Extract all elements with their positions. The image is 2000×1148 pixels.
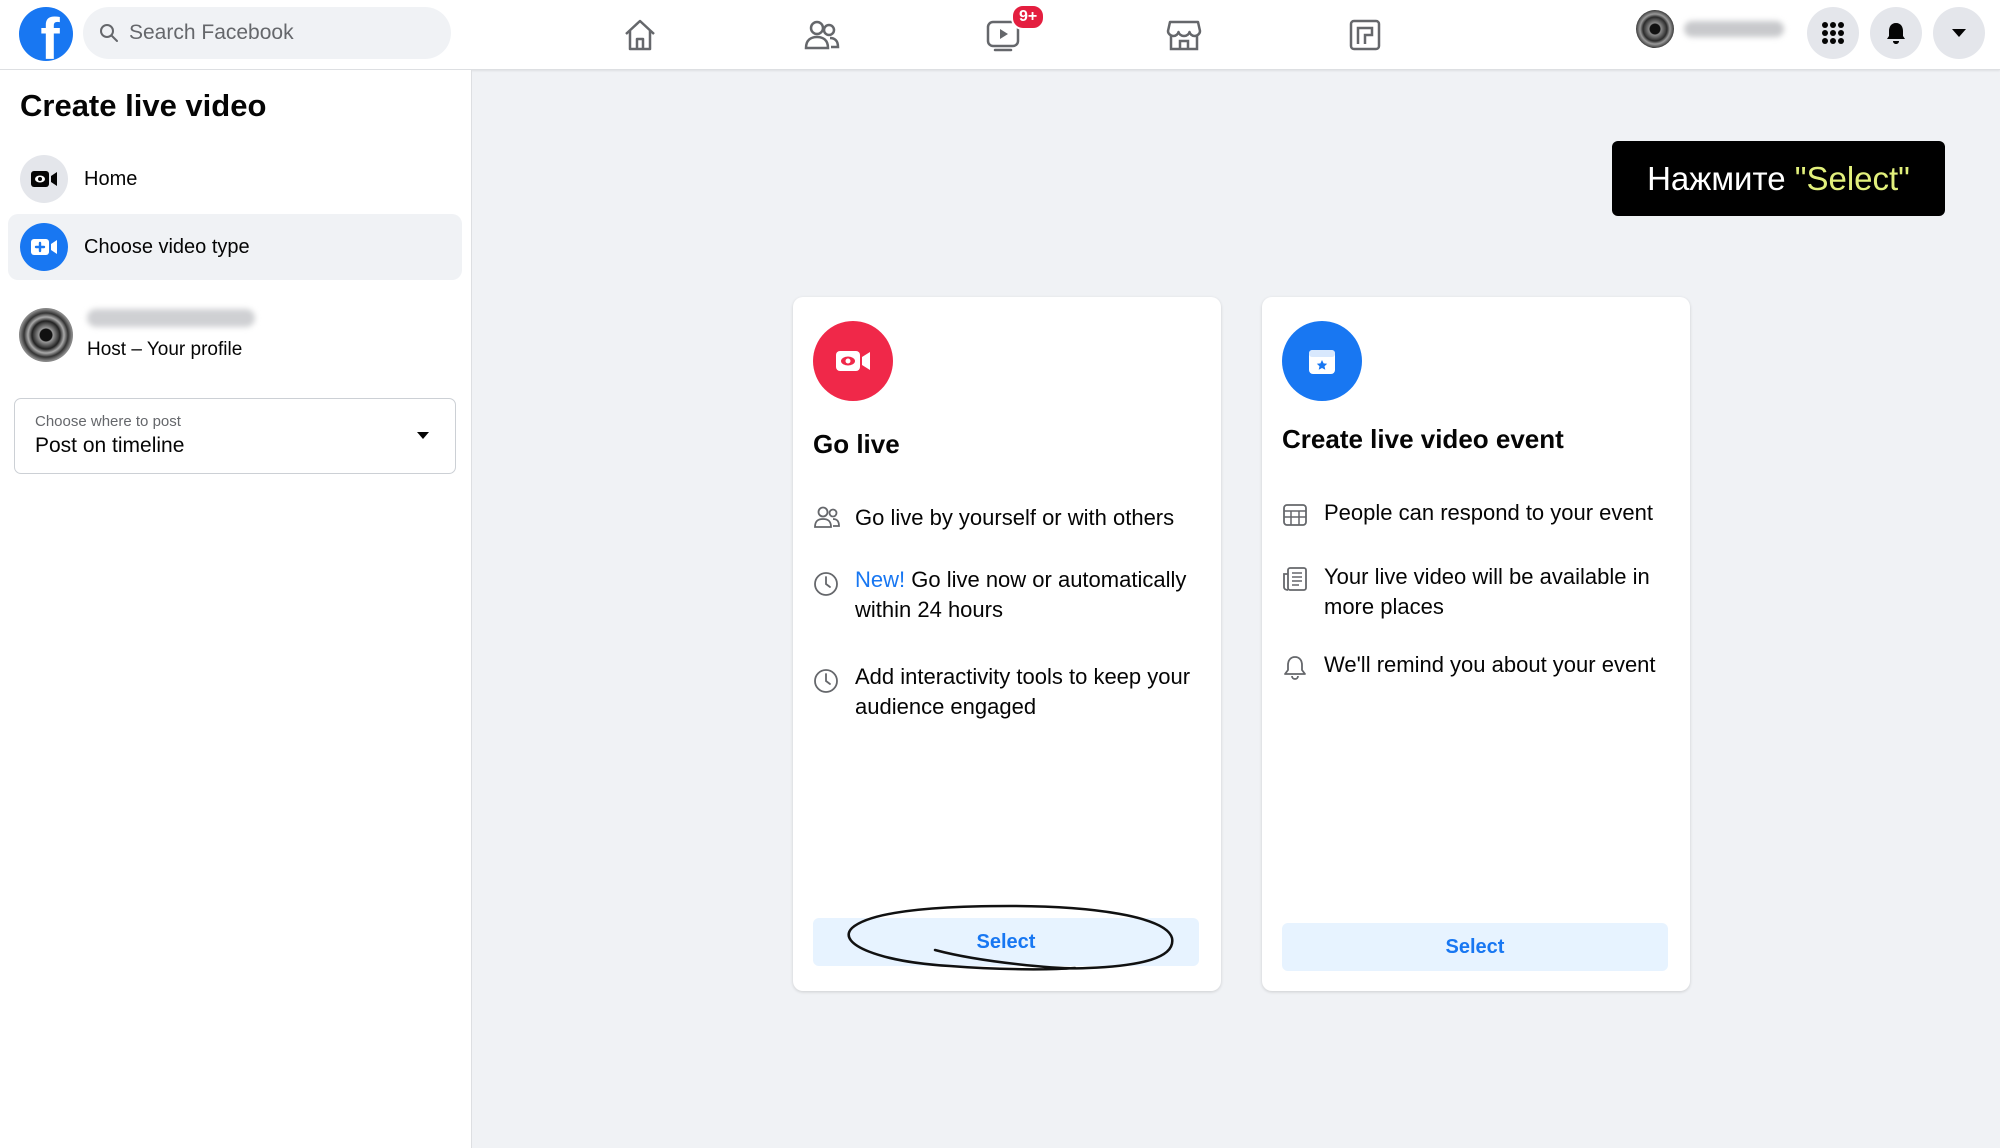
dropdown-caret-icon — [417, 432, 429, 439]
feature-text: We'll remind you about your event — [1324, 652, 1656, 677]
friends-icon — [804, 20, 840, 50]
sidebar-item-label: Home — [84, 167, 138, 190]
notifications-icon — [1887, 23, 1905, 44]
feature-text: Go live by yourself or with others — [855, 505, 1175, 530]
nav-marketplace[interactable] — [1134, 8, 1234, 62]
search-input[interactable]: Search Facebook — [83, 7, 451, 59]
new-tag: New! — [855, 567, 906, 592]
feature-item: We'll remind you about your event — [1282, 650, 1674, 685]
feature-item: Add interactivity tools to keep your aud… — [813, 662, 1205, 722]
video-camera-icon — [31, 171, 57, 187]
newspaper-icon — [1283, 567, 1307, 591]
top-navigation-bar: f Search Facebook 9+ — [0, 0, 2000, 70]
watch-notification-badge: 9+ — [1011, 4, 1046, 30]
avatar — [19, 308, 73, 362]
nav-home[interactable] — [590, 8, 690, 62]
feature-text: Go live now or automatically within 24 h… — [855, 567, 1193, 622]
post-destination-caption: Choose where to post — [35, 413, 181, 430]
home-icon — [625, 19, 655, 51]
marketplace-icon — [1166, 20, 1202, 51]
nav-friends[interactable] — [772, 8, 872, 62]
add-video-icon — [31, 239, 57, 255]
pages-icon — [1349, 19, 1381, 51]
sidebar-item-icon — [20, 155, 68, 203]
go-live-card: Go live Go live by yourself or with othe… — [793, 297, 1221, 991]
menu-button[interactable] — [1807, 7, 1859, 59]
go-live-badge — [813, 321, 893, 401]
live-video-icon — [836, 351, 870, 371]
clock-icon — [814, 572, 838, 596]
feature-text: Your live video will be available in mor… — [1324, 564, 1650, 619]
search-icon — [100, 24, 118, 42]
sidebar-item-home[interactable]: Home — [8, 146, 462, 212]
profile-shortcut[interactable] — [1636, 10, 1784, 48]
post-destination-select[interactable]: Choose where to post Post on timeline — [14, 398, 456, 474]
left-sidebar: Create live video Home Choose video type… — [0, 70, 472, 1148]
nav-pages[interactable] — [1315, 8, 1415, 62]
host-label: Host – Your profile — [87, 339, 243, 360]
sidebar-item-label: Choose video type — [84, 235, 250, 258]
sidebar-item-icon — [20, 223, 68, 271]
avatar — [1636, 10, 1674, 48]
host-name-blurred — [87, 309, 255, 327]
feature-item: People can respond to your event — [1282, 498, 1674, 533]
bell-icon — [1284, 656, 1306, 680]
live-event-badge — [1282, 321, 1362, 401]
feature-text: Add interactivity tools to keep your aud… — [855, 664, 1191, 719]
clock-icon — [814, 669, 838, 693]
account-caret-icon — [1952, 29, 1966, 37]
instruction-callout: Нажмите "Select" — [1612, 141, 1945, 216]
card-title: Go live — [813, 429, 900, 459]
card-title: Create live video event — [1282, 424, 1564, 454]
callout-highlight: "Select" — [1794, 159, 1910, 197]
profile-name-blurred — [1684, 21, 1784, 37]
feature-item: Your live video will be available in mor… — [1282, 562, 1674, 622]
host-profile: Host – Your profile — [19, 308, 255, 362]
search-placeholder: Search Facebook — [129, 21, 294, 44]
notifications-button[interactable] — [1870, 7, 1922, 59]
go-live-select-button[interactable]: Select — [813, 918, 1199, 966]
event-calendar-icon — [1309, 350, 1335, 374]
feature-text: People can respond to your event — [1324, 500, 1654, 525]
feature-item: New! Go live now or automatically within… — [813, 565, 1205, 625]
account-button[interactable] — [1933, 7, 1985, 59]
sidebar-item-choose-video-type[interactable]: Choose video type — [8, 214, 462, 280]
live-event-select-button[interactable]: Select — [1282, 923, 1668, 971]
post-destination-value: Post on timeline — [35, 434, 185, 457]
calendar-grid-icon — [1283, 504, 1307, 526]
menu-grid-icon — [1822, 22, 1844, 44]
facebook-logo-icon[interactable]: f — [19, 7, 73, 61]
live-event-card: Create live video event People can respo… — [1262, 297, 1690, 991]
callout-text: Нажмите — [1647, 159, 1795, 197]
feature-item: Go live by yourself or with others — [813, 503, 1205, 534]
people-icon — [814, 506, 840, 528]
page-title: Create live video — [20, 88, 267, 123]
